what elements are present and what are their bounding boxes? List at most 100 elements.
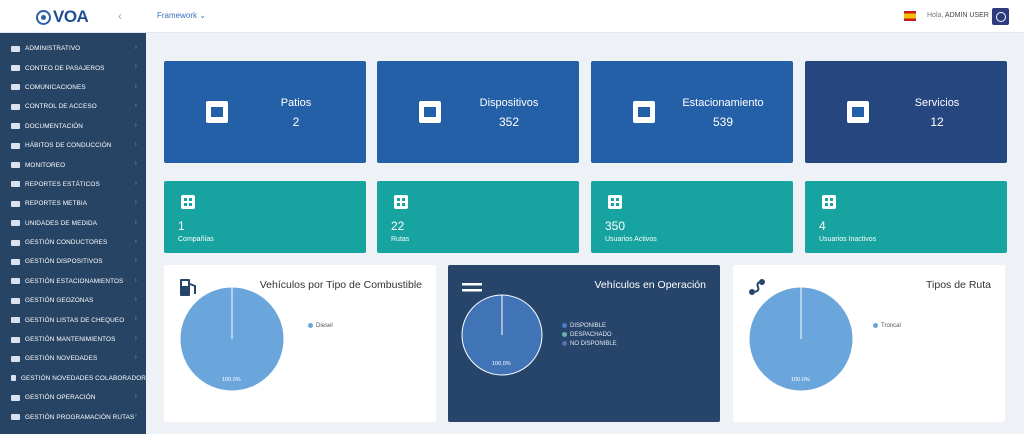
user-greeting: Hola, ADMIN USER (927, 12, 989, 19)
collapse-sidebar-icon[interactable]: ‹ (118, 9, 122, 23)
legend-item[interactable]: DESPACHADO (562, 330, 617, 339)
legend-label: DISPONIBLE (570, 322, 607, 329)
monitor-icon (11, 161, 20, 169)
legend-swatch (873, 323, 878, 328)
framework-menu[interactable]: Framework ⌄ (157, 11, 206, 20)
chevron-right-icon: › (134, 63, 137, 71)
summary-label: Usuarios Inactivos (819, 236, 877, 243)
sidebar-item[interactable]: COMUNICACIONES › (0, 78, 146, 97)
list-icon (11, 258, 20, 266)
summary-label: Usuarios Activos (605, 236, 657, 243)
legend-label: Diesel (316, 322, 333, 329)
sidebar-item[interactable]: GESTIÓN LISTAS DE CHEQUEO › (0, 310, 146, 329)
sidebar-item[interactable]: GESTIÓN CONDUCTORES › (0, 233, 146, 252)
legend-swatch (562, 341, 567, 346)
sidebar-item[interactable]: GESTIÓN NOVEDADES › (0, 349, 146, 368)
chevron-right-icon: › (134, 334, 137, 342)
sidebar-item-label: GESTIÓN NOVEDADES COLABORADOR (20, 374, 146, 382)
legend-label: Troncal (881, 322, 901, 329)
stat-card[interactable]: Estacionamiento 539 (591, 61, 793, 163)
sitemap-icon (11, 219, 20, 227)
legend-item[interactable]: Diesel (308, 321, 333, 330)
sidebar-item-label: REPORTES METBIA (25, 200, 88, 208)
sidebar-item[interactable]: GESTIÓN NOVEDADES COLABORADOR › (0, 369, 146, 388)
map-icon (206, 101, 228, 123)
truck-icon (11, 394, 20, 402)
sidebar-item[interactable]: GESTIÓN DISPOSITIVOS › (0, 252, 146, 271)
pie-slice-label: 100.0% (492, 361, 511, 367)
sidebar: ADMINISTRATIVO › CONTEO DE PASAJEROS › COMUN… (0, 33, 146, 434)
key-icon (11, 103, 20, 111)
stat-title: Patios (280, 97, 312, 109)
summary-card[interactable]: 1 Compañías (164, 181, 366, 253)
chevron-right-icon: › (134, 218, 137, 226)
summary-value: 22 (391, 219, 405, 233)
hourglass-icon (11, 355, 20, 363)
summary-card[interactable]: 22 Rutas (377, 181, 579, 253)
user-gear-icon (11, 374, 16, 382)
chevron-right-icon: › (134, 199, 137, 207)
sidebar-item[interactable]: GESTIÓN GEOZONAS › (0, 291, 146, 310)
sidebar-item-label: GESTIÓN CONDUCTORES (25, 239, 108, 247)
avatar[interactable] (992, 8, 1009, 25)
sidebar-item[interactable]: CONTEO DE PASAJEROS › (0, 58, 146, 77)
legend-label: NO DISPONIBLE (570, 340, 617, 347)
gears-icon (11, 336, 20, 344)
stat-card[interactable]: Dispositivos 352 (377, 61, 579, 163)
chevron-right-icon: › (134, 121, 137, 129)
sidebar-item-label: GESTIÓN ESTACIONAMIENTOS (25, 277, 124, 285)
summary-card[interactable]: 4 Usuarios Inactivos (805, 181, 1007, 253)
sidebar-item-label: GESTIÓN NOVEDADES (25, 355, 98, 363)
summary-value: 4 (819, 219, 826, 233)
stat-title: Estacionamiento (682, 97, 764, 109)
sidebar-item[interactable]: CONTROL DE ACCESO › (0, 97, 146, 116)
legend-item[interactable]: DISPONIBLE (562, 321, 617, 330)
sidebar-item-label: MONITOREO (25, 161, 66, 169)
sidebar-item[interactable]: HÁBITOS DE CONDUCCIÓN › (0, 136, 146, 155)
stat-value: 539 (712, 115, 734, 129)
sidebar-item-label: UNIDADES DE MEDIDA (25, 219, 98, 227)
users-icon (608, 195, 622, 209)
summary-label: Compañías (178, 236, 214, 243)
summary-label: Rutas (391, 236, 410, 243)
sidebar-item[interactable]: GESTIÓN PROGRAMACIÓN RUTAS › (0, 407, 146, 426)
panel-title: Tipos de Ruta (926, 279, 991, 291)
server-icon (847, 101, 869, 123)
monitor-icon (419, 101, 441, 123)
sidebar-item-label: CONTROL DE ACCESO (25, 103, 97, 111)
route-icon (394, 195, 408, 209)
chart-legend: Diesel (308, 321, 333, 330)
summary-card[interactable]: 350 Usuarios Activos (591, 181, 793, 253)
sidebar-item[interactable]: DOCUMENTACIÓN › (0, 117, 146, 136)
stat-card[interactable]: Patios 2 (164, 61, 366, 163)
sidebar-item[interactable]: GESTIÓN MANTENIMIENTOS › (0, 330, 146, 349)
stat-title: Servicios (914, 97, 960, 109)
sidebar-item[interactable]: GESTIÓN OPERACIÓN › (0, 388, 146, 407)
chevron-right-icon: › (134, 373, 137, 381)
sidebar-item[interactable]: REPORTES ESTÁTICOS › (0, 175, 146, 194)
chevron-right-icon: › (134, 296, 137, 304)
sidebar-item[interactable]: MONITOREO › (0, 155, 146, 174)
stat-card[interactable]: Servicios 12 (805, 61, 1007, 163)
legend-item[interactable]: Troncal (873, 321, 901, 330)
logo[interactable]: VOA (36, 7, 89, 26)
summary-value: 350 (605, 219, 626, 233)
legend-item[interactable]: NO DISPONIBLE (562, 339, 617, 348)
chevron-right-icon: › (134, 257, 137, 265)
legend-swatch (562, 332, 567, 337)
sidebar-item-label: GESTIÓN MANTENIMIENTOS (25, 336, 116, 344)
chevron-right-icon: › (134, 354, 137, 362)
bus-icon (11, 64, 20, 72)
sidebar-item[interactable]: ADMINISTRATIVO › (0, 39, 146, 58)
legend-swatch (562, 323, 567, 328)
sidebar-item[interactable]: GESTIÓN ESTACIONAMIENTOS › (0, 272, 146, 291)
spain-flag-icon[interactable] (904, 11, 916, 21)
sidebar-item-label: GESTIÓN GEOZONAS (25, 297, 94, 305)
sidebar-item[interactable]: REPORTES METBIA › (0, 194, 146, 213)
panel-title: Vehículos en Operación (594, 279, 707, 291)
chevron-right-icon: › (134, 44, 137, 51)
sidebar-item-label: HÁBITOS DE CONDUCCIÓN (25, 142, 112, 150)
pie-slice-label: 100.0% (791, 377, 810, 383)
sidebar-item[interactable]: UNIDADES DE MEDIDA › (0, 214, 146, 233)
sidebar-item-label: CONTEO DE PASAJEROS (25, 64, 105, 72)
